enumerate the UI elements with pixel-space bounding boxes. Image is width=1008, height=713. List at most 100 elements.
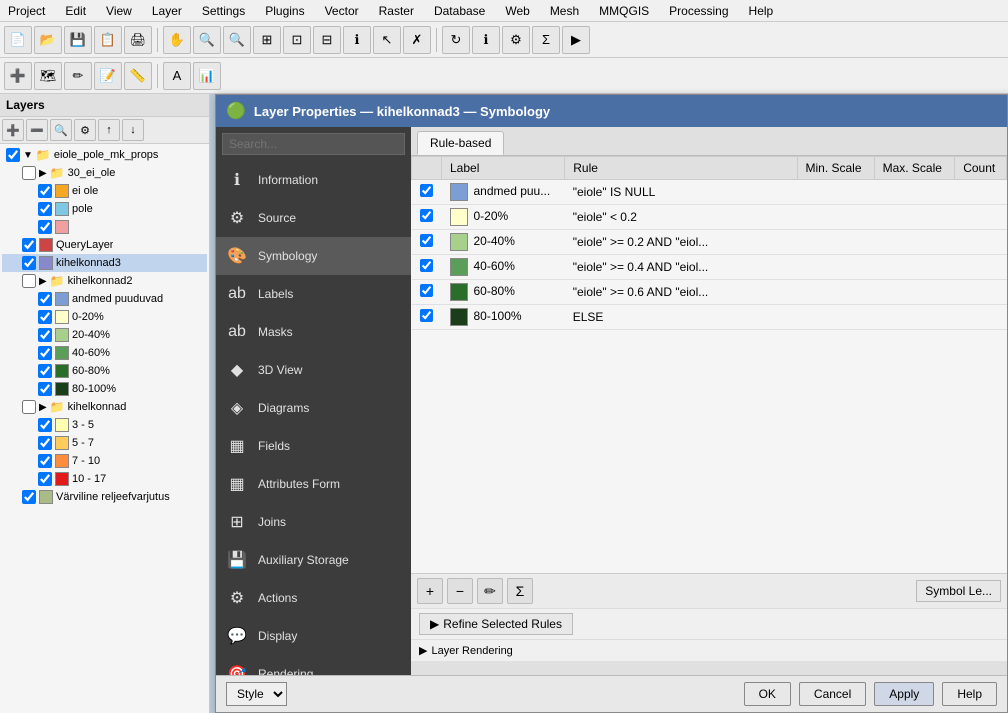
row-checkbox-2[interactable] [420,234,433,247]
deselect-btn[interactable]: ✗ [403,26,431,54]
layer-check-8[interactable] [38,292,52,306]
nav-item-3dview[interactable]: ◆3D View [216,351,411,389]
add-raster-btn[interactable]: 🗺 [34,62,62,90]
layer-item-8[interactable]: andmed puuduvad [2,290,207,308]
layer-item-10[interactable]: 20-40% [2,326,207,344]
identify-btn[interactable]: ℹ [343,26,371,54]
layer-check-19[interactable] [22,490,36,504]
table-row[interactable]: 60-80%"eiole" >= 0.6 AND "eiol... [412,280,1007,305]
layer-check-11[interactable] [38,346,52,360]
remove-rule-btn[interactable]: − [447,578,473,604]
pan-btn[interactable]: ✋ [163,26,191,54]
menu-item-help[interactable]: Help [745,2,778,20]
print-btn[interactable]: 🖨 [124,26,152,54]
layer-item-11[interactable]: 40-60% [2,344,207,362]
cancel-btn[interactable]: Cancel [799,682,866,706]
layer-check-17[interactable] [38,454,52,468]
row-checkbox-5[interactable] [420,309,433,322]
apply-btn[interactable]: Apply [874,682,934,706]
menu-item-raster[interactable]: Raster [375,2,418,20]
menu-item-vector[interactable]: Vector [321,2,363,20]
layer-item-16[interactable]: 5 - 7 [2,434,207,452]
layer-filter-btn[interactable]: 🔍 [50,119,72,141]
symbol-level-btn[interactable]: Symbol Le... [916,580,1001,602]
digitize-btn[interactable]: ✏ [64,62,92,90]
menu-item-mmqgis[interactable]: MMQGIS [595,2,653,20]
nav-item-information[interactable]: ℹInformation [216,161,411,199]
add-vector-btn[interactable]: ➕ [4,62,32,90]
layer-check-16[interactable] [38,436,52,450]
layer-item-15[interactable]: 3 - 5 [2,416,207,434]
ok-btn[interactable]: OK [744,682,791,706]
layer-item-17[interactable]: 7 - 10 [2,452,207,470]
add-rule-btn[interactable]: + [417,578,443,604]
menu-item-settings[interactable]: Settings [198,2,249,20]
nav-item-source[interactable]: ⚙Source [216,199,411,237]
style-dropdown[interactable]: Style [226,682,287,706]
layer-item-0[interactable]: ▼📁eiole_pole_mk_props [2,146,207,164]
table-row[interactable]: andmed puu..."eiole" IS NULL [412,180,1007,205]
layer-check-9[interactable] [38,310,52,324]
edit-rule-btn[interactable]: ✏ [477,578,503,604]
label-btn[interactable]: A [163,62,191,90]
edit-btn[interactable]: 📝 [94,62,122,90]
layer-item-19[interactable]: Värviline reljeefvarjutus [2,488,207,506]
help-btn[interactable]: Help [942,682,997,706]
layer-check-14[interactable] [22,400,36,414]
refine-selected-btn[interactable]: ▶ Refine Selected Rules [419,613,573,635]
menu-item-edit[interactable]: Edit [61,2,90,20]
remove-layer-btn[interactable]: ➖ [26,119,48,141]
layer-check-7[interactable] [22,274,36,288]
save-project-btn[interactable]: 💾 [64,26,92,54]
table-row[interactable]: 0-20%"eiole" < 0.2 [412,205,1007,230]
layer-check-13[interactable] [38,382,52,396]
row-checkbox-4[interactable] [420,284,433,297]
layer-check-5[interactable] [22,238,36,252]
select-btn[interactable]: ↖ [373,26,401,54]
zoom-in-btn[interactable]: 🔍 [193,26,221,54]
tab-rule-based[interactable]: Rule-based [417,131,504,155]
menu-item-mesh[interactable]: Mesh [546,2,583,20]
console-btn[interactable]: ▶ [562,26,590,54]
menu-item-project[interactable]: Project [4,2,49,20]
nav-item-attributes-form[interactable]: ▦Attributes Form [216,465,411,503]
layer-item-5[interactable]: QueryLayer [2,236,207,254]
layer-check-6[interactable] [22,256,36,270]
menu-item-plugins[interactable]: Plugins [261,2,308,20]
menu-item-database[interactable]: Database [430,2,489,20]
layer-check-2[interactable] [38,184,52,198]
zoom-out-btn[interactable]: 🔍 [223,26,251,54]
nav-item-diagrams[interactable]: ◈Diagrams [216,389,411,427]
nav-item-rendering[interactable]: 🎯Rendering [216,655,411,675]
layer-item-7[interactable]: ▶📁kihelkonnad2 [2,272,207,290]
layer-item-1[interactable]: ▶📁30_ei_ole [2,164,207,182]
refresh-btn[interactable]: ↻ [442,26,470,54]
nav-item-labels[interactable]: abLabels [216,275,411,313]
nav-item-auxiliary-storage[interactable]: 💾Auxiliary Storage [216,541,411,579]
layer-check-0[interactable] [6,148,20,162]
table-row[interactable]: 80-100%ELSE [412,305,1007,330]
nav-item-joins[interactable]: ⊞Joins [216,503,411,541]
layer-check-10[interactable] [38,328,52,342]
layer-item-13[interactable]: 80-100% [2,380,207,398]
table-row[interactable]: 40-60%"eiole" >= 0.4 AND "eiol... [412,255,1007,280]
layer-item-2[interactable]: ei ole [2,182,207,200]
row-checkbox-0[interactable] [420,184,433,197]
stats-btn[interactable]: Σ [532,26,560,54]
nav-item-masks[interactable]: abMasks [216,313,411,351]
menu-item-layer[interactable]: Layer [148,2,186,20]
measure-btn[interactable]: 📏 [124,62,152,90]
layer-check-18[interactable] [38,472,52,486]
zoom-selected-btn[interactable]: ⊡ [283,26,311,54]
row-checkbox-1[interactable] [420,209,433,222]
new-project-btn[interactable]: 📄 [4,26,32,54]
sigma-btn[interactable]: Σ [507,578,533,604]
layer-check-4[interactable] [38,220,52,234]
horiz-scrollbar[interactable] [411,661,1007,675]
zoom-layer-btn[interactable]: ⊟ [313,26,341,54]
layer-item-9[interactable]: 0-20% [2,308,207,326]
layer-item-18[interactable]: 10 - 17 [2,470,207,488]
layer-item-12[interactable]: 60-80% [2,362,207,380]
menu-item-view[interactable]: View [102,2,136,20]
table-row[interactable]: 20-40%"eiole" >= 0.2 AND "eiol... [412,230,1007,255]
